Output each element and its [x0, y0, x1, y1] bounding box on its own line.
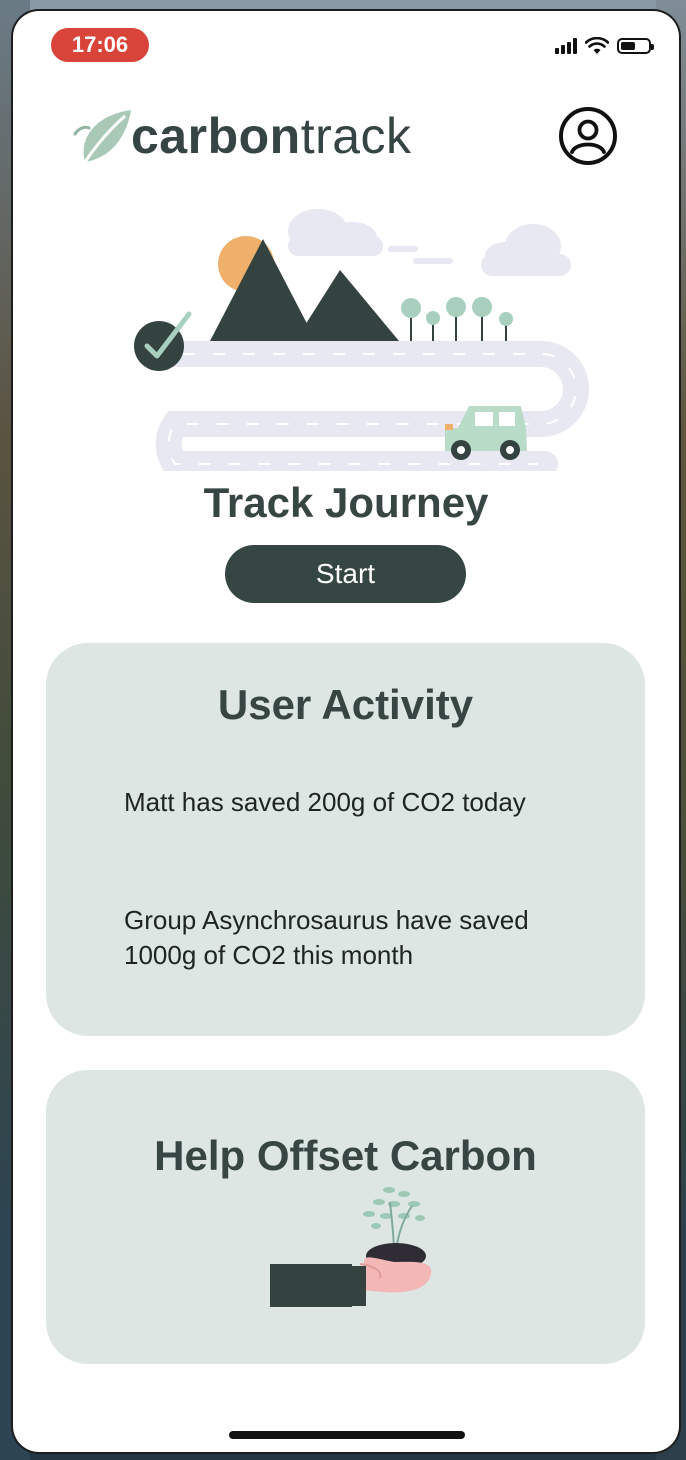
- cellular-signal-icon: [555, 38, 577, 54]
- hand-holding-plant-icon: [270, 1187, 432, 1307]
- trees-icon: [401, 297, 513, 341]
- cloud-icon: [288, 209, 571, 276]
- wifi-icon: [585, 37, 609, 54]
- help-offset-carbon-card[interactable]: Help Offset Carbon: [46, 1070, 645, 1364]
- app-logo: carbontrack: [73, 106, 412, 166]
- leaf-icon: [73, 110, 131, 163]
- track-journey-title: Track Journey: [203, 479, 489, 526]
- user-activity-title: User Activity: [217, 681, 474, 728]
- profile-button[interactable]: [559, 107, 617, 165]
- battery-icon: [617, 38, 654, 54]
- home-indicator[interactable]: [229, 1431, 465, 1439]
- logo-wordmark: carbontrack: [131, 111, 412, 161]
- status-icons: [555, 37, 654, 55]
- phone-screen: 17:06 carbontrack Track Journey Start Us…: [13, 11, 679, 1452]
- help-offset-carbon-title: Help Offset Carbon: [154, 1132, 537, 1179]
- user-profile-icon: [570, 119, 606, 154]
- activity-item: Matt has saved 200g of CO2 today: [124, 787, 526, 817]
- status-time: 17:06: [51, 28, 149, 62]
- activity-item: Group Asynchrosaurus have saved 1000g of…: [124, 905, 529, 970]
- logo-text-bold: carbon: [131, 108, 301, 164]
- journey-illustration: [134, 209, 589, 471]
- user-activity-card: User Activity Matt has saved 200g of CO2…: [46, 643, 645, 1036]
- start-button[interactable]: Start: [225, 545, 466, 603]
- logo-text-light: track: [300, 108, 412, 164]
